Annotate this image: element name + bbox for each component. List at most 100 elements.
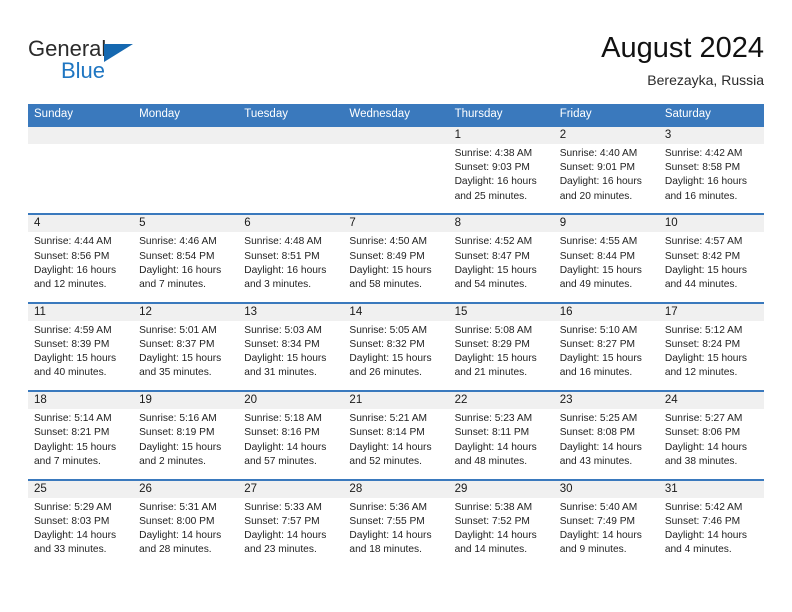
- calendar-day-cell[interactable]: 6 Sunrise: 4:48 AM Sunset: 8:51 PM Daylight…: [238, 213, 344, 302]
- day-number: 25: [28, 480, 134, 498]
- calendar-day-cell[interactable]: 10 Sunrise: 4:57 AM Sunset: 8:42 PM Dayligh…: [658, 213, 764, 302]
- calendar-day-cell[interactable]: 29 Sunrise: 5:38 AM Sunset: 7:52 PM Dayligh…: [448, 478, 554, 568]
- weekday-header-thursday: Thursday: [454, 108, 503, 120]
- calendar-day-cell[interactable]: 25 Sunrise: 5:29 AM Sunset: 8:03 PM Dayligh…: [28, 478, 134, 568]
- calendar-day-cell[interactable]: 1 Sunrise: 4:38 AM Sunset: 9:03 PM Daylight…: [448, 125, 554, 214]
- calendar-day-cell[interactable]: 13 Sunrise: 5:03 AM Sunset: 8:34 PM Dayligh…: [238, 301, 344, 391]
- daylight-text-line1: Daylight: 15 hours: [139, 353, 222, 365]
- daylight-text-line2: and 4 minutes.: [664, 544, 732, 556]
- sunset-text: Sunset: 8:19 PM: [139, 427, 215, 439]
- day-number: 29: [448, 480, 554, 498]
- daylight-text-line2: and 2 minutes.: [139, 455, 206, 467]
- daylight-text-line2: and 18 minutes.: [349, 544, 422, 556]
- day-number: [133, 127, 239, 144]
- calendar-day-cell[interactable]: 4 Sunrise: 4:44 AM Sunset: 8:56 PM Daylight…: [28, 213, 134, 302]
- daylight-text-line2: and 58 minutes.: [349, 279, 422, 290]
- daylight-text-line2: and 20 minutes.: [559, 190, 633, 202]
- calendar-day-cell[interactable]: 24 Sunrise: 5:27 AM Sunset: 8:06 PM Dayligh…: [658, 390, 764, 479]
- calendar-day-cell[interactable]: 7 Sunrise: 4:50 AM Sunset: 8:49 PM Daylight…: [343, 213, 449, 302]
- calendar-day-cell[interactable]: 26 Sunrise: 5:31 AM Sunset: 8:00 PM Dayligh…: [133, 478, 239, 568]
- calendar-day-cell[interactable]: 22 Sunrise: 5:23 AM Sunset: 8:11 PM Dayligh…: [448, 390, 554, 479]
- daylight-text-line1: Daylight: 15 hours: [34, 441, 117, 453]
- daylight-text-line2: and 23 minutes.: [244, 544, 317, 556]
- calendar-day-cell[interactable]: 9 Sunrise: 4:55 AM Sunset: 8:44 PM Daylight…: [553, 213, 659, 302]
- day-details: Sunrise: 4:59 AM Sunset: 8:39 PM Daylight:…: [28, 321, 133, 381]
- sunset-text: Sunset: 7:57 PM: [244, 515, 320, 527]
- daylight-text-line2: and 16 minutes.: [664, 190, 738, 202]
- calendar-day-cell[interactable]: 21 Sunrise: 5:21 AM Sunset: 8:14 PM Dayligh…: [343, 390, 449, 479]
- calendar-weeks: 1 Sunrise: 4:38 AM Sunset: 9:03 PM Daylight…: [28, 125, 764, 568]
- daylight-text-line2: and 31 minutes.: [244, 367, 317, 379]
- calendar-page: General Blue August 2024 Berezayka, Russ…: [0, 0, 792, 612]
- daylight-text-line1: Daylight: 14 hours: [454, 529, 537, 541]
- sunset-text: Sunset: 8:56 PM: [34, 250, 110, 262]
- sunset-text: Sunset: 8:34 PM: [244, 338, 320, 350]
- day-details: [133, 144, 238, 147]
- day-number: 30: [553, 480, 659, 498]
- sunrise-text: Sunrise: 5:12 AM: [664, 324, 743, 336]
- daylight-text-line2: and 14 minutes.: [454, 544, 528, 556]
- sunset-text: Sunset: 8:32 PM: [349, 338, 425, 350]
- daylight-text-line2: and 57 minutes.: [244, 455, 317, 467]
- calendar-day-cell[interactable]: 8 Sunrise: 4:52 AM Sunset: 8:47 PM Daylight…: [448, 213, 554, 302]
- calendar-day-cell[interactable]: 17 Sunrise: 5:12 AM Sunset: 8:24 PM Dayligh…: [658, 301, 764, 391]
- day-number: 15: [448, 303, 554, 321]
- calendar-day-cell[interactable]: 18 Sunrise: 5:14 AM Sunset: 8:21 PM Dayligh…: [28, 390, 134, 479]
- weekday-header-tuesday: Tuesday: [244, 108, 288, 120]
- day-number: 7: [343, 215, 449, 233]
- calendar-day-cell[interactable]: 5 Sunrise: 4:46 AM Sunset: 8:54 PM Daylight…: [133, 213, 239, 302]
- calendar-day-cell[interactable]: 31 Sunrise: 5:42 AM Sunset: 7:46 PM Dayligh…: [658, 478, 764, 568]
- sunset-text: Sunset: 8:16 PM: [244, 427, 320, 439]
- day-number: 1: [448, 127, 554, 144]
- daylight-text-line1: Daylight: 16 hours: [559, 176, 642, 188]
- day-details: Sunrise: 5:31 AM Sunset: 8:00 PM Daylight:…: [133, 498, 238, 558]
- sunset-text: Sunset: 8:08 PM: [559, 427, 636, 439]
- calendar-week-row: 4 Sunrise: 4:44 AM Sunset: 8:56 PM Daylight…: [28, 213, 764, 302]
- calendar-day-cell-empty: [343, 125, 449, 214]
- calendar-day-cell[interactable]: 12 Sunrise: 5:01 AM Sunset: 8:37 PM Dayligh…: [133, 301, 239, 391]
- page-title: August 2024: [601, 32, 764, 64]
- calendar-day-cell[interactable]: 23 Sunrise: 5:25 AM Sunset: 8:08 PM Dayligh…: [553, 390, 659, 479]
- sunset-text: Sunset: 8:27 PM: [559, 338, 636, 350]
- day-details: Sunrise: 5:25 AM Sunset: 8:08 PM Daylight:…: [554, 409, 659, 469]
- daylight-text-line2: and 26 minutes.: [349, 367, 422, 379]
- day-details: Sunrise: 5:10 AM Sunset: 8:27 PM Daylight:…: [554, 321, 659, 381]
- sunrise-text: Sunrise: 5:21 AM: [349, 413, 428, 425]
- calendar-day-cell[interactable]: 19 Sunrise: 5:16 AM Sunset: 8:19 PM Dayligh…: [133, 390, 239, 479]
- daylight-text-line1: Daylight: 16 hours: [244, 264, 327, 276]
- day-details: [343, 144, 448, 147]
- calendar-day-cell[interactable]: 15 Sunrise: 5:08 AM Sunset: 8:29 PM Dayligh…: [448, 301, 554, 391]
- page-header: General Blue August 2024 Berezayka, Russ…: [28, 30, 764, 98]
- daylight-text-line1: Daylight: 15 hours: [559, 353, 642, 365]
- calendar-day-cell[interactable]: 2 Sunrise: 4:40 AM Sunset: 9:01 PM Daylight…: [553, 125, 659, 214]
- sunrise-text: Sunrise: 5:05 AM: [349, 324, 428, 336]
- day-number: 4: [28, 215, 134, 233]
- daylight-text-line2: and 52 minutes.: [349, 455, 422, 467]
- sunset-text: Sunset: 8:29 PM: [454, 338, 530, 350]
- brand-logo[interactable]: General Blue: [28, 36, 228, 92]
- daylight-text-line2: and 16 minutes.: [559, 367, 633, 379]
- daylight-text-line1: Daylight: 15 hours: [454, 264, 537, 276]
- calendar-day-cell[interactable]: 11 Sunrise: 4:59 AM Sunset: 8:39 PM Dayligh…: [28, 301, 134, 391]
- calendar-day-cell[interactable]: 28 Sunrise: 5:36 AM Sunset: 7:55 PM Dayligh…: [343, 478, 449, 568]
- day-details: Sunrise: 4:38 AM Sunset: 9:03 PM Daylight:…: [449, 144, 554, 204]
- day-number: 2: [553, 127, 659, 144]
- calendar-day-cell[interactable]: 20 Sunrise: 5:18 AM Sunset: 8:16 PM Dayligh…: [238, 390, 344, 479]
- calendar-day-cell[interactable]: 16 Sunrise: 5:10 AM Sunset: 8:27 PM Dayligh…: [553, 301, 659, 391]
- sunrise-text: Sunrise: 5:25 AM: [559, 413, 638, 425]
- day-number: 3: [658, 127, 764, 144]
- sunset-text: Sunset: 8:47 PM: [454, 250, 530, 262]
- daylight-text-line2: and 38 minutes.: [664, 455, 738, 467]
- daylight-text-line1: Daylight: 14 hours: [34, 529, 117, 541]
- sunset-text: Sunset: 8:58 PM: [664, 162, 741, 174]
- sunrise-text: Sunrise: 4:44 AM: [34, 236, 112, 248]
- calendar-day-cell[interactable]: 14 Sunrise: 5:05 AM Sunset: 8:32 PM Dayligh…: [343, 301, 449, 391]
- daylight-text-line1: Daylight: 15 hours: [244, 353, 327, 365]
- sunset-text: Sunset: 8:21 PM: [34, 427, 110, 439]
- weekday-header-wednesday: Wednesday: [349, 108, 410, 120]
- calendar-day-cell[interactable]: 3 Sunrise: 4:42 AM Sunset: 8:58 PM Daylight…: [658, 125, 764, 214]
- calendar-day-cell[interactable]: 27 Sunrise: 5:33 AM Sunset: 7:57 PM Dayligh…: [238, 478, 344, 568]
- calendar-day-cell[interactable]: 30 Sunrise: 5:40 AM Sunset: 7:49 PM Dayligh…: [553, 478, 659, 568]
- day-number: 18: [28, 392, 134, 410]
- sunset-text: Sunset: 8:42 PM: [664, 250, 741, 262]
